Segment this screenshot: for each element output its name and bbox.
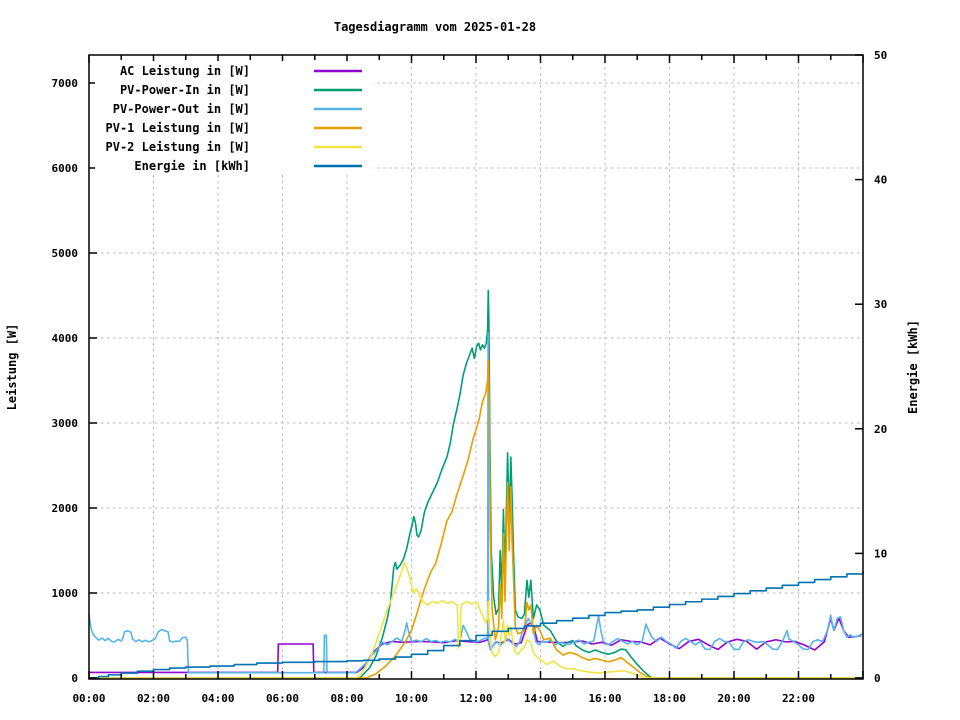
y-left-tick-label: 0 bbox=[71, 672, 78, 685]
x-tick-label: 04:00 bbox=[201, 692, 234, 705]
x-tick-label: 16:00 bbox=[588, 692, 621, 705]
daily-pv-chart: 00:00 02:00 04:00 06:00 08:00 10:00 12:00 14:00… bbox=[0, 0, 960, 720]
y-right-axis-label: Energie [kWh] bbox=[906, 320, 920, 414]
x-tick-label: 06:00 bbox=[266, 692, 299, 705]
y-left-tick-label: 7000 bbox=[52, 77, 79, 90]
y-left-tick-label: 6000 bbox=[52, 162, 79, 175]
y-left-tick-label: 5000 bbox=[52, 247, 79, 260]
y-right-tick-label: 30 bbox=[874, 298, 887, 311]
legend: AC Leistung in [W] PV-Power-In in [W] PV-P… bbox=[95, 61, 373, 173]
y-right-tick-label: 50 bbox=[874, 49, 887, 62]
x-tick-label: 20:00 bbox=[717, 692, 750, 705]
y-right-tick-label: 0 bbox=[874, 672, 881, 685]
legend-label-ac-leistung: AC Leistung in [W] bbox=[120, 64, 250, 78]
x-tick-label: 08:00 bbox=[330, 692, 363, 705]
x-tick-label: 02:00 bbox=[137, 692, 170, 705]
legend-label-pv-power-out: PV-Power-Out in [W] bbox=[113, 102, 250, 116]
legend-label-pv-power-in: PV-Power-In in [W] bbox=[120, 83, 250, 97]
legend-label-pv-2-leistung: PV-2 Leistung in [W] bbox=[106, 140, 251, 154]
y-left-tick-label: 2000 bbox=[52, 502, 79, 515]
x-tick-label: 22:00 bbox=[782, 692, 815, 705]
x-tick-label: 10:00 bbox=[395, 692, 428, 705]
chart-title: Tagesdiagramm vom 2025-01-28 bbox=[334, 20, 536, 34]
y-right-tick-label: 20 bbox=[874, 423, 887, 436]
x-tick-label: 18:00 bbox=[653, 692, 686, 705]
x-tick-label: 00:00 bbox=[72, 692, 105, 705]
legend-label-energie: Energie in [kWh] bbox=[134, 159, 250, 173]
legend-label-pv-1-leistung: PV-1 Leistung in [W] bbox=[106, 121, 251, 135]
y-left-tick-label: 3000 bbox=[52, 417, 79, 430]
y-left-axis-label: Leistung [W] bbox=[5, 324, 19, 411]
y-left-tick-label: 1000 bbox=[52, 587, 79, 600]
x-tick-label: 14:00 bbox=[524, 692, 557, 705]
y-left-tick-label: 4000 bbox=[52, 332, 79, 345]
y-right-tick-label: 10 bbox=[874, 547, 887, 560]
x-tick-label: 12:00 bbox=[459, 692, 492, 705]
y-right-tick-label: 40 bbox=[874, 174, 887, 187]
chart-canvas: 00:00 02:00 04:00 06:00 08:00 10:00 12:00 14:00… bbox=[0, 0, 960, 720]
